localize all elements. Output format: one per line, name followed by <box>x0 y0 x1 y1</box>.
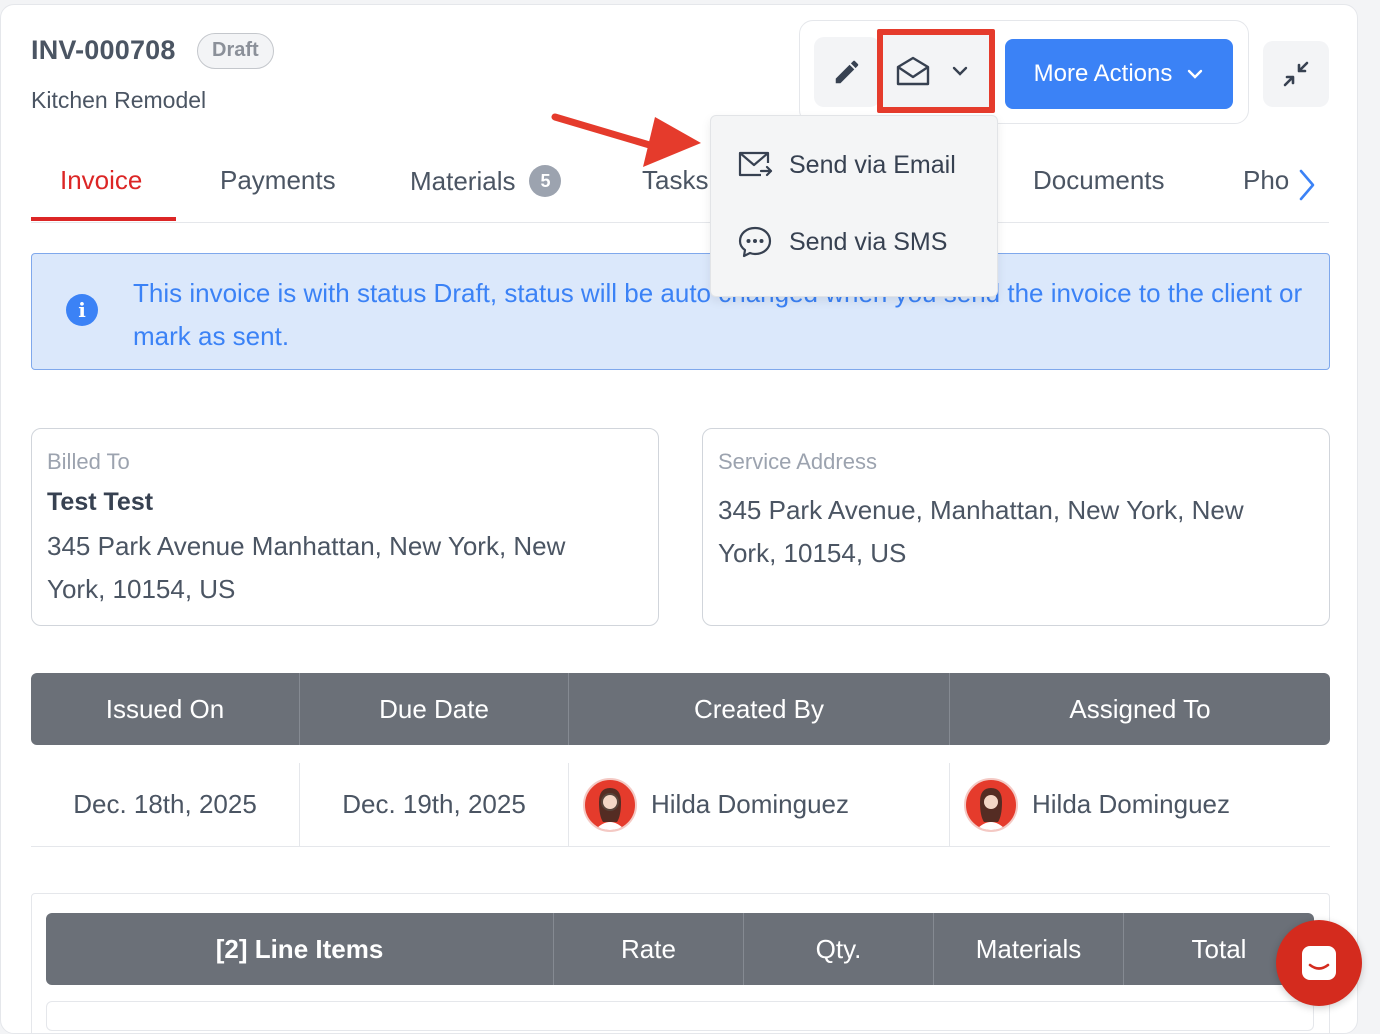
chat-icon <box>1302 946 1336 980</box>
chevron-down-icon <box>1188 69 1203 79</box>
envelope-open-icon <box>896 56 930 86</box>
service-address-line: York, 10154, US <box>718 538 907 568</box>
invoice-info-row: Dec. 18th, 2025 Dec. 19th, 2025 Hilda Do… <box>31 763 1330 847</box>
avatar <box>583 777 637 832</box>
send-menu: Send via Email Send via SMS <box>710 115 998 297</box>
billing-address-line: 345 Park Avenue Manhattan, New York, New <box>47 531 566 561</box>
service-address-line: 345 Park Avenue, Manhattan, New York, Ne… <box>718 495 1244 525</box>
send-via-sms-item[interactable]: Send via SMS <box>737 224 947 260</box>
header-due-date: Due Date <box>300 673 569 745</box>
header-materials: Materials <box>934 913 1124 985</box>
header-rate: Rate <box>554 913 744 985</box>
menu-item-label: Send via Email <box>789 150 956 179</box>
client-name: Test Test <box>47 488 154 516</box>
tab-label: Pho <box>1243 165 1290 195</box>
billed-to-card: Billed To Test Test 345 Park Avenue Manh… <box>31 428 659 626</box>
chat-bubble-icon <box>738 226 772 258</box>
invoice-info-header: Issued On Due Date Created By Assigned T… <box>31 673 1330 745</box>
created-by-cell: Hilda Dominguez <box>569 763 950 846</box>
line-items-header: [2] Line Items Rate Qty. Materials Total <box>46 913 1314 985</box>
status-badge: Draft <box>197 33 274 69</box>
collapse-button[interactable] <box>1263 41 1329 107</box>
due-date-value: Dec. 19th, 2025 <box>300 763 569 846</box>
service-address-label: Service Address <box>718 449 877 474</box>
edit-button[interactable] <box>814 37 880 107</box>
invoice-subtitle: Kitchen Remodel <box>31 87 207 113</box>
header-qty: Qty. <box>744 913 934 985</box>
tab-materials[interactable]: Materials 5 <box>410 165 562 197</box>
billed-to-label: Billed To <box>47 449 130 474</box>
tab-label: Payments <box>220 165 336 195</box>
billing-address-line: York, 10154, US <box>47 574 236 604</box>
chevron-right-icon[interactable] <box>1296 163 1318 207</box>
issued-on-value: Dec. 18th, 2025 <box>31 763 300 846</box>
assigned-to-name: Hilda Dominguez <box>1032 789 1230 819</box>
header-line-items: [2] Line Items <box>46 913 554 985</box>
service-address-card: Service Address 345 Park Avenue, Manhatt… <box>702 428 1330 626</box>
tab-label: Invoice <box>60 165 143 195</box>
chat-widget-button[interactable] <box>1276 920 1362 1006</box>
chevron-down-icon <box>952 66 968 76</box>
tab-label: Materials <box>410 165 516 196</box>
tab-documents[interactable]: Documents <box>1033 165 1165 196</box>
pencil-icon <box>835 60 859 84</box>
avatar <box>964 777 1018 832</box>
tab-photos[interactable]: Pho <box>1243 165 1289 196</box>
annotation-arrow <box>551 113 701 167</box>
invoice-number: INV-000708 <box>31 35 176 65</box>
invoice-panel: INV-000708 Draft Kitchen Remodel More Ac… <box>0 4 1358 1034</box>
more-actions-button[interactable]: More Actions <box>1005 39 1233 109</box>
send-dropdown-button[interactable] <box>877 29 995 113</box>
header-created-by: Created By <box>569 673 950 745</box>
email-send-icon <box>738 151 773 177</box>
header-assigned-to: Assigned To <box>1069 693 1211 724</box>
tab-payments[interactable]: Payments <box>220 165 336 196</box>
assigned-to-cell: Hilda Dominguez <box>950 763 1330 846</box>
more-actions-label: More Actions <box>1033 60 1173 87</box>
tab-invoice[interactable]: Invoice <box>60 165 142 196</box>
created-by-name: Hilda Dominguez <box>651 789 849 819</box>
header-issued-on: Issued On <box>31 673 300 745</box>
line-item-row <box>46 1001 1314 1031</box>
collapse-arrows-icon <box>1283 61 1309 87</box>
menu-item-label: Send via SMS <box>789 227 948 256</box>
active-tab-indicator <box>31 217 176 221</box>
info-icon: i <box>66 294 98 326</box>
tab-label: Documents <box>1033 165 1165 195</box>
draft-info-alert: i This invoice is with status Draft, sta… <box>31 253 1330 370</box>
send-via-email-item[interactable]: Send via Email <box>737 150 956 180</box>
